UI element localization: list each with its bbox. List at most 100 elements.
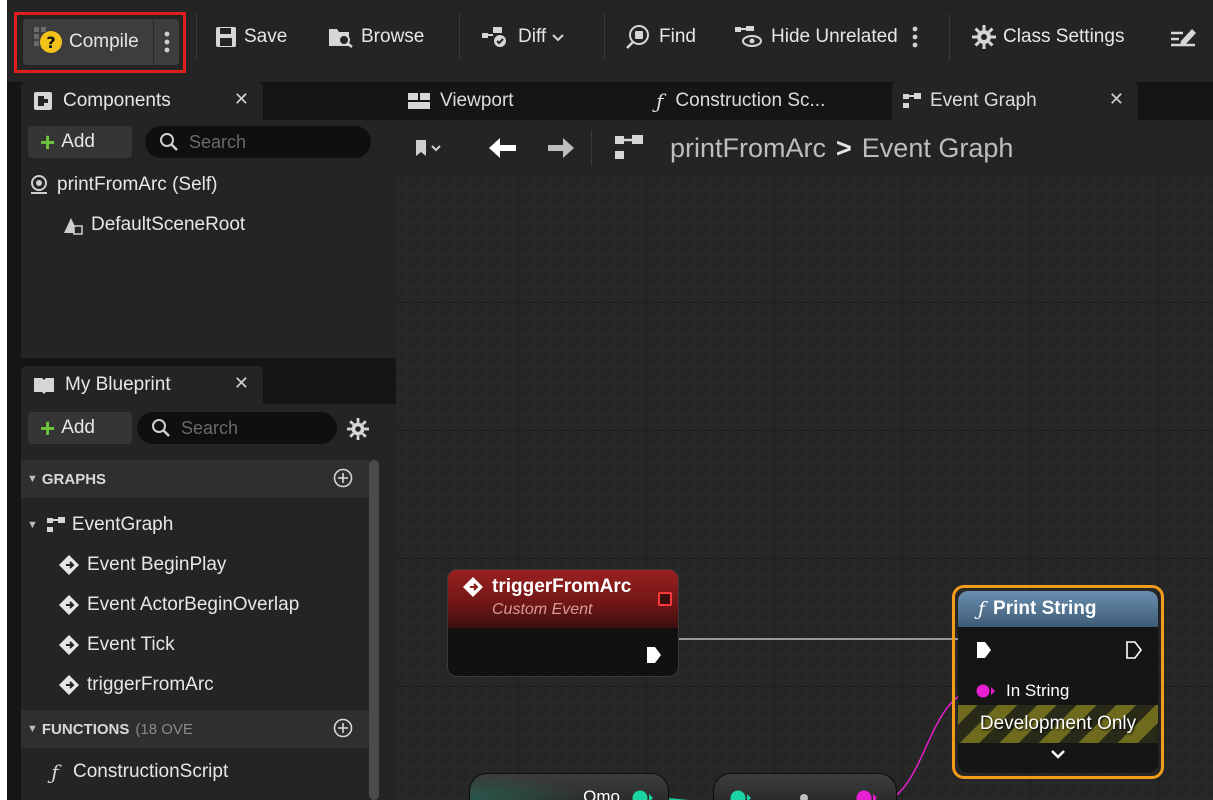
add-function-icon[interactable]	[333, 718, 353, 742]
find-button[interactable]: Find	[624, 14, 696, 60]
search-placeholder: Search	[189, 131, 247, 152]
print-string-node[interactable]: ƒ Print String In String Development Onl…	[958, 591, 1158, 773]
event-label: triggerFromArc	[87, 674, 214, 695]
components-add-button[interactable]: + Add	[28, 126, 132, 158]
add-graph-icon[interactable]	[333, 468, 353, 492]
nav-separator	[591, 130, 592, 166]
breadcrumb-blueprint[interactable]: printFromArc	[670, 133, 826, 164]
bookmark-button[interactable]	[414, 120, 444, 176]
graphs-section-header[interactable]: ▼ GRAPHS	[21, 460, 369, 498]
add-label: Add	[61, 131, 95, 152]
component-item-default-scene-root[interactable]: DefaultSceneRoot	[61, 214, 245, 236]
arrow-right-icon	[548, 138, 574, 158]
expand-triangle-icon: ▼	[27, 519, 38, 531]
event-diamond-icon	[57, 674, 81, 696]
custom-event-header: triggerFromArc Custom Event	[448, 570, 678, 628]
blueprint-add-button[interactable]: + Add	[28, 412, 132, 444]
function-item-construction-script[interactable]: ƒ ConstructionScript	[43, 760, 228, 784]
exec-in-pin[interactable]	[976, 641, 992, 659]
components-search-input[interactable]: Search	[145, 126, 371, 158]
custom-event-title: triggerFromArc	[492, 576, 632, 597]
close-icon[interactable]: ✕	[1109, 89, 1124, 110]
my-blueprint-panel: + Add Search ▼ GRAPHS ▼ EventGraph Event…	[21, 404, 396, 800]
collapse-triangle-icon: ▼	[27, 723, 38, 735]
blueprint-panel-scrollbar[interactable]	[369, 460, 379, 800]
graphs-header-label: GRAPHS	[41, 470, 107, 488]
variable-get-node[interactable]: Omo	[469, 773, 669, 800]
bookmark-icon	[416, 140, 441, 156]
tab-construction-script[interactable]: ƒ Construction Sc...	[656, 82, 825, 120]
event-item[interactable]: triggerFromArc	[57, 674, 214, 696]
close-icon[interactable]: ✕	[234, 89, 249, 110]
close-icon[interactable]: ✕	[234, 373, 249, 394]
hide-unrelated-button[interactable]: Hide Unrelated	[734, 14, 918, 60]
string-output-pin-icon[interactable]	[856, 790, 878, 800]
development-only-label: Development Only	[979, 713, 1137, 734]
event-graph-icon	[46, 516, 66, 534]
custom-event-node[interactable]: triggerFromArc Custom Event	[447, 569, 679, 677]
class-defaults-button[interactable]	[1169, 14, 1206, 60]
components-icon	[33, 91, 53, 111]
class-settings-label: Class Settings	[1003, 26, 1125, 47]
custom-event-subtitle: Custom Event	[492, 601, 593, 618]
gear-icon	[972, 25, 996, 49]
tab-label: Construction Sc...	[675, 90, 826, 111]
object-pin-icon[interactable]	[632, 790, 654, 800]
breadcrumb: printFromArc > Event Graph	[670, 120, 1013, 176]
edit-pencil-icon	[1169, 25, 1199, 49]
hide-unrelated-options-icon[interactable]	[912, 26, 918, 48]
conversion-node[interactable]	[713, 773, 897, 800]
compile-highlight-box	[14, 12, 186, 73]
search-icon	[152, 419, 170, 437]
save-icon	[215, 26, 237, 48]
gear-icon[interactable]	[347, 418, 369, 440]
scene-component-icon	[61, 215, 85, 235]
components-panel: + Add Search printFromArc (Self) Default…	[21, 120, 396, 358]
graph-type-icon	[614, 120, 644, 176]
expand-chevron-icon[interactable]	[1050, 749, 1066, 759]
tab-components[interactable]: Components ✕	[21, 82, 263, 120]
browse-button[interactable]: Browse	[328, 14, 424, 60]
toolbar-separator	[459, 14, 460, 60]
screen: ? Compile Save Browse Diff Find Hide Unr…	[0, 0, 1213, 800]
my-blueprint-tab-row: My Blueprint ✕	[14, 366, 396, 404]
event-graph-icon	[902, 92, 922, 110]
event-item[interactable]: Event BeginPlay	[57, 554, 226, 576]
diff-button[interactable]: Diff	[481, 14, 564, 60]
find-label: Find	[659, 26, 696, 47]
graph-label: EventGraph	[71, 514, 174, 535]
exec-out-pin[interactable]	[1126, 641, 1142, 659]
event-graph-canvas[interactable]: triggerFromArc Custom Event ƒ Print Stri…	[396, 176, 1213, 800]
function-label: ConstructionScript	[73, 761, 229, 782]
blueprint-search-input[interactable]: Search	[137, 412, 337, 444]
graph-item-eventgraph[interactable]: ▼ EventGraph	[27, 514, 173, 536]
diff-icon	[481, 25, 511, 49]
tab-event-graph[interactable]: Event Graph ✕	[892, 82, 1138, 120]
save-button[interactable]: Save	[215, 14, 287, 60]
delegate-pin[interactable]	[658, 592, 672, 606]
tab-viewport[interactable]: Viewport	[408, 82, 514, 120]
component-label: DefaultSceneRoot	[91, 214, 246, 235]
event-label: Event ActorBeginOverlap	[87, 594, 300, 615]
plus-icon: +	[40, 127, 56, 157]
functions-section-header[interactable]: ▼ FUNCTIONS (18 OVE	[21, 710, 369, 748]
component-label: printFromArc (Self)	[57, 174, 218, 195]
editor-tab-row: Viewport ƒ Construction Sc... Event Grap…	[396, 82, 1213, 120]
component-item-self[interactable]: printFromArc (Self)	[27, 174, 217, 196]
forward-button[interactable]	[546, 120, 576, 176]
main-toolbar: ? Compile Save Browse Diff Find Hide Unr…	[7, 0, 1213, 82]
string-pin-icon	[976, 684, 996, 698]
event-item[interactable]: Event ActorBeginOverlap	[57, 594, 299, 616]
tab-my-blueprint[interactable]: My Blueprint ✕	[21, 366, 263, 404]
back-button[interactable]	[488, 120, 518, 176]
class-settings-button[interactable]: Class Settings	[972, 14, 1124, 60]
plus-icon: +	[40, 413, 56, 443]
browse-folder-icon	[328, 26, 354, 48]
variable-label: Omo	[583, 787, 620, 800]
exec-out-pin[interactable]	[646, 646, 662, 664]
event-item[interactable]: Event Tick	[57, 634, 175, 656]
object-input-pin-icon[interactable]	[730, 790, 752, 800]
print-string-header: ƒ Print String	[958, 591, 1158, 627]
function-icon: ƒ	[978, 598, 986, 620]
in-string-pin-row[interactable]: In String	[976, 681, 1069, 701]
